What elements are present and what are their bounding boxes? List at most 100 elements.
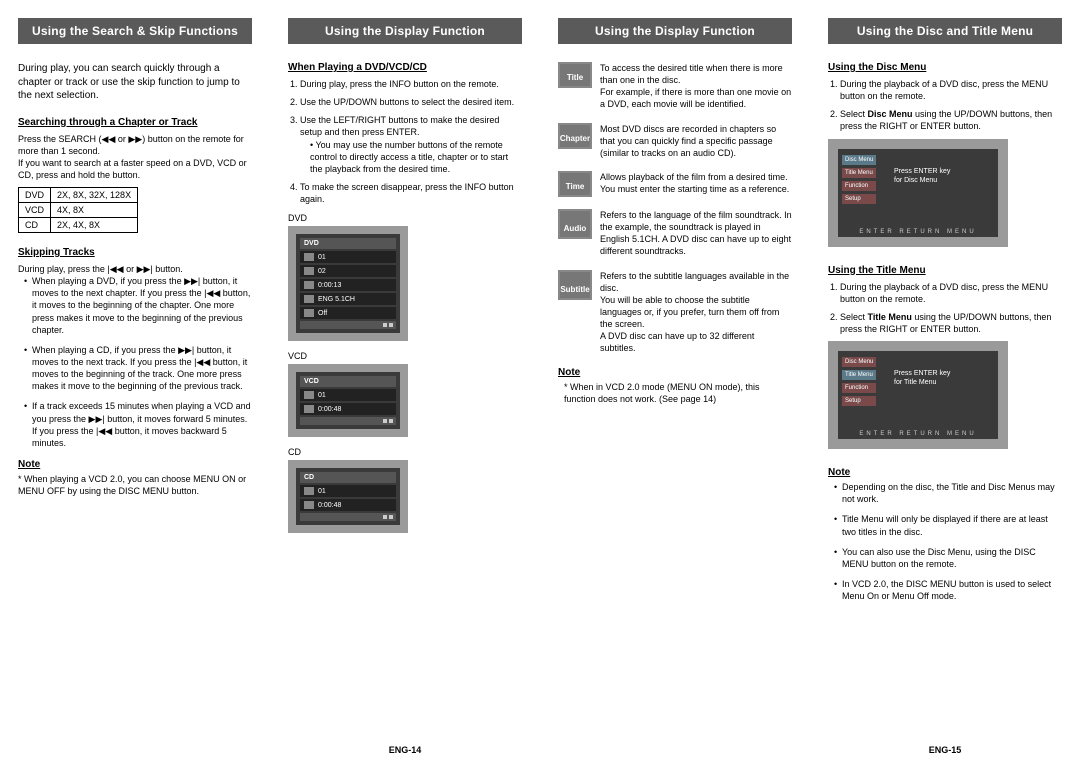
def-text: Allows playback of the film from a desir… bbox=[600, 171, 792, 197]
chapter-icon bbox=[304, 267, 314, 275]
note-bullets: Depending on the disc, the Title and Dis… bbox=[828, 481, 1062, 602]
rewind-icon: ◀◀ bbox=[102, 134, 116, 144]
steps-list: During play, press the INFO button on th… bbox=[288, 78, 522, 205]
title-icon bbox=[304, 253, 314, 261]
list-item: When playing a DVD, if you press the ▶▶|… bbox=[24, 275, 252, 336]
menu-item: Disc Menu bbox=[842, 155, 876, 165]
t: 01 bbox=[318, 488, 326, 495]
t: You may use the number buttons of the re… bbox=[310, 140, 508, 174]
title-steps: During the playback of a DVD disc, press… bbox=[828, 281, 1062, 336]
t: button. bbox=[153, 264, 183, 274]
note-text: * When in VCD 2.0 mode (MENU ON mode), t… bbox=[558, 381, 792, 405]
subhead-play: When Playing a DVD/VCD/CD bbox=[288, 62, 522, 73]
list-item: When playing a CD, if you press the ▶▶| … bbox=[24, 344, 252, 393]
t: Use the LEFT/RIGHT buttons to make the d… bbox=[300, 115, 499, 137]
def-text: Refers to the language of the film sound… bbox=[600, 209, 792, 258]
t: Press the SEARCH ( bbox=[18, 134, 102, 144]
osd-cd: CD 01 0:00:48 bbox=[288, 460, 408, 533]
tv-disc-menu: Disc Menu Title Menu Function Setup Pres… bbox=[828, 139, 1008, 247]
menu-item: Setup bbox=[842, 194, 876, 204]
t: or bbox=[124, 264, 137, 274]
track-icon bbox=[304, 391, 314, 399]
prev-icon: |◀◀ bbox=[96, 426, 112, 436]
cell: VCD bbox=[19, 203, 51, 218]
t: or bbox=[115, 134, 128, 144]
audio-icon bbox=[304, 295, 314, 303]
t: 0:00:13 bbox=[318, 282, 341, 289]
subhead-search: Searching through a Chapter or Track bbox=[18, 117, 252, 128]
cell: 4X, 8X bbox=[51, 203, 138, 218]
time-icon: Time bbox=[558, 171, 592, 197]
list-item: To make the screen disappear, press the … bbox=[300, 181, 522, 205]
osd-label-dvd: DVD bbox=[288, 213, 522, 223]
speed-table: DVD2X, 8X, 32X, 128X VCD4X, 8X CD2X, 4X,… bbox=[18, 187, 138, 233]
list-item: Use the UP/DOWN buttons to select the de… bbox=[300, 96, 522, 108]
def-title: Title To access the desired title when t… bbox=[558, 62, 792, 111]
def-text: Most DVD discs are recorded in chapters … bbox=[600, 123, 792, 159]
intro-text: During play, you can search quickly thro… bbox=[18, 62, 252, 103]
t: VCD bbox=[304, 378, 319, 385]
t: Disc Menu bbox=[868, 109, 913, 119]
def-text: Refers to the subtitle languages availab… bbox=[600, 270, 792, 355]
audio-icon: Audio bbox=[558, 209, 592, 239]
tv-bottom-bar: ENTER RETURN MENU bbox=[838, 229, 998, 235]
next-icon: ▶▶| bbox=[89, 414, 105, 424]
cell: CD bbox=[19, 218, 51, 233]
prev-icon: |◀◀ bbox=[194, 357, 210, 367]
note-head: Note bbox=[828, 467, 1062, 478]
t: 02 bbox=[318, 268, 326, 275]
t: CD bbox=[304, 474, 314, 481]
search-line1: Press the SEARCH (◀◀ or ▶▶) button on th… bbox=[18, 133, 252, 157]
subhead-skip: Skipping Tracks bbox=[18, 247, 252, 258]
osd-label-vcd: VCD bbox=[288, 351, 522, 361]
time-icon bbox=[304, 281, 314, 289]
note-head: Note bbox=[18, 459, 252, 470]
col-disc-title-menu: Using the Disc and Title Menu Using the … bbox=[810, 0, 1080, 765]
next-icon: ▶▶| bbox=[137, 264, 153, 274]
t: 0:00:48 bbox=[318, 502, 341, 509]
track-icon bbox=[304, 487, 314, 495]
def-subtitle: Subtitle Refers to the subtitle language… bbox=[558, 270, 792, 355]
menu-item: Function bbox=[842, 181, 876, 191]
t: ENG 5.1CH bbox=[318, 296, 355, 303]
def-time: Time Allows playback of the film from a … bbox=[558, 171, 792, 197]
skip-line: During play, press the |◀◀ or ▶▶| button… bbox=[18, 263, 252, 275]
t: When playing a DVD, if you press the bbox=[32, 276, 184, 286]
list-item: During play, press the INFO button on th… bbox=[300, 78, 522, 90]
list-item: Use the LEFT/RIGHT buttons to make the d… bbox=[300, 114, 522, 175]
time-icon bbox=[304, 405, 314, 413]
list-item: You can also use the Disc Menu, using th… bbox=[834, 546, 1062, 570]
t: DVD bbox=[304, 240, 319, 247]
cell: DVD bbox=[19, 188, 51, 203]
next-icon: ▶▶| bbox=[184, 276, 200, 286]
prev-icon: |◀◀ bbox=[204, 288, 220, 298]
osd-dvd: DVD 01 02 0:00:13 ENG 5.1CH Off bbox=[288, 226, 408, 341]
menu-item: Disc Menu bbox=[842, 357, 876, 367]
chapter-icon: Chapter bbox=[558, 123, 592, 149]
disc-steps: During the playback of a DVD disc, press… bbox=[828, 78, 1062, 133]
list-item: Depending on the disc, the Title and Dis… bbox=[834, 481, 1062, 505]
osd-label-cd: CD bbox=[288, 447, 522, 457]
def-audio: Audio Refers to the language of the film… bbox=[558, 209, 792, 258]
note-head: Note bbox=[558, 367, 792, 378]
fwd-icon: ▶▶ bbox=[128, 134, 142, 144]
cell: 2X, 8X, 32X, 128X bbox=[51, 188, 138, 203]
t: During play, press the bbox=[18, 264, 107, 274]
list-item: Select Title Menu using the UP/DOWN butt… bbox=[840, 311, 1062, 335]
prev-icon: |◀◀ bbox=[107, 264, 123, 274]
subhead-disc: Using the Disc Menu bbox=[828, 62, 1062, 73]
tv-title-menu: Disc Menu Title Menu Function Setup Pres… bbox=[828, 341, 1008, 449]
cell: 2X, 4X, 8X bbox=[51, 218, 138, 233]
list-item: Title Menu will only be displayed if the… bbox=[834, 513, 1062, 537]
list-item: In VCD 2.0, the DISC MENU button is used… bbox=[834, 578, 1062, 602]
substep: • You may use the number buttons of the … bbox=[300, 139, 522, 175]
def-text: To access the desired title when there i… bbox=[600, 62, 792, 111]
search-line2: If you want to search at a faster speed … bbox=[18, 157, 252, 181]
subhead-title: Using the Title Menu bbox=[828, 265, 1062, 276]
time-icon bbox=[304, 501, 314, 509]
tv-bottom-bar: ENTER RETURN MENU bbox=[838, 431, 998, 437]
t: for Disc Menu bbox=[894, 177, 937, 184]
list-item: Select Disc Menu using the UP/DOWN butto… bbox=[840, 108, 1062, 132]
header-bar: Using the Display Function bbox=[288, 18, 522, 44]
menu-item: Function bbox=[842, 383, 876, 393]
